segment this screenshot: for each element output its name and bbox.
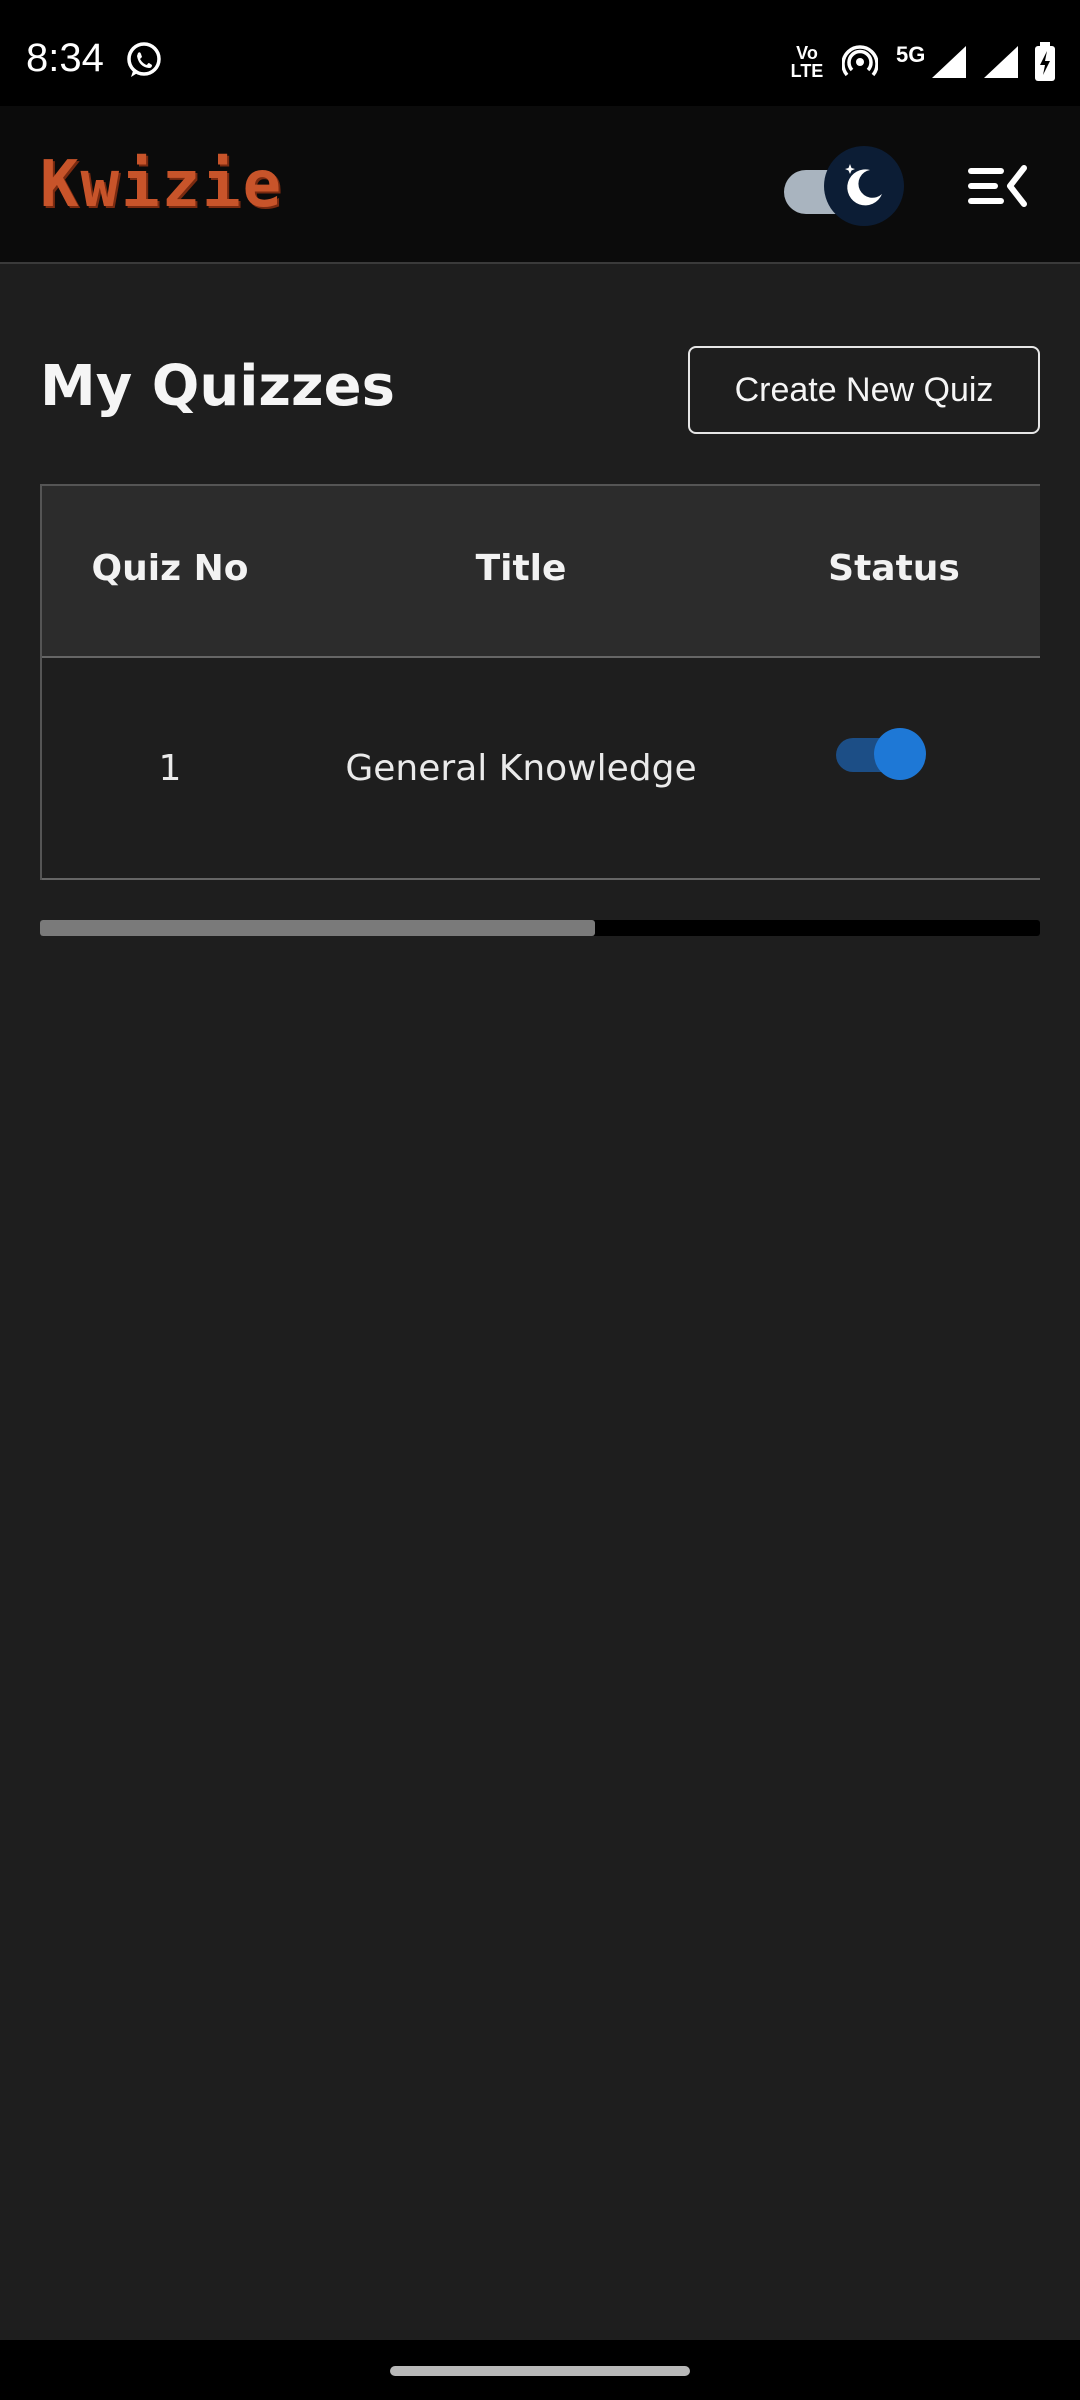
column-header-status: Status [828, 548, 960, 589]
create-new-quiz-button[interactable]: Create New Quiz [688, 346, 1040, 434]
table-header-row: Quiz No Title Status [42, 486, 1040, 658]
status-toggle-knob [874, 728, 926, 780]
menu-button[interactable] [964, 156, 1030, 216]
scrollbar-thumb[interactable] [40, 920, 595, 936]
status-bar: 8:34 Vo LTE 5G [0, 0, 1080, 106]
cell-title[interactable]: General Knowledge [298, 748, 744, 789]
home-gesture-handle[interactable] [390, 2366, 690, 2376]
volte-icon: Vo LTE [790, 43, 824, 81]
page-title: My Quizzes [40, 354, 395, 419]
quizzes-table: Quiz No Title Status 1 General Knowledge [40, 484, 1040, 880]
moon-icon [845, 164, 882, 206]
status-time: 8:34 [26, 36, 104, 80]
signal-icon [984, 46, 1018, 78]
app-header: Kwizie [0, 106, 1080, 264]
5g-label: 5G [896, 42, 926, 67]
column-header-quiz-no: Quiz No [91, 548, 249, 589]
cell-quiz-no: 1 [158, 748, 182, 789]
menu-collapse-icon [968, 165, 1027, 207]
theme-toggle-knob [824, 146, 904, 226]
battery-charging-icon [1035, 42, 1055, 81]
navigation-bar [0, 2340, 1080, 2400]
5g-signal-icon [932, 46, 966, 78]
whatsapp-icon [127, 42, 161, 77]
column-header-title: Title [475, 548, 567, 589]
hotspot-icon [842, 45, 878, 77]
theme-toggle[interactable] [780, 146, 904, 228]
table-row: 1 General Knowledge [42, 660, 1040, 880]
status-toggle[interactable] [832, 724, 932, 784]
app-logo[interactable]: Kwizie [40, 148, 283, 222]
horizontal-scrollbar[interactable] [40, 920, 1040, 936]
